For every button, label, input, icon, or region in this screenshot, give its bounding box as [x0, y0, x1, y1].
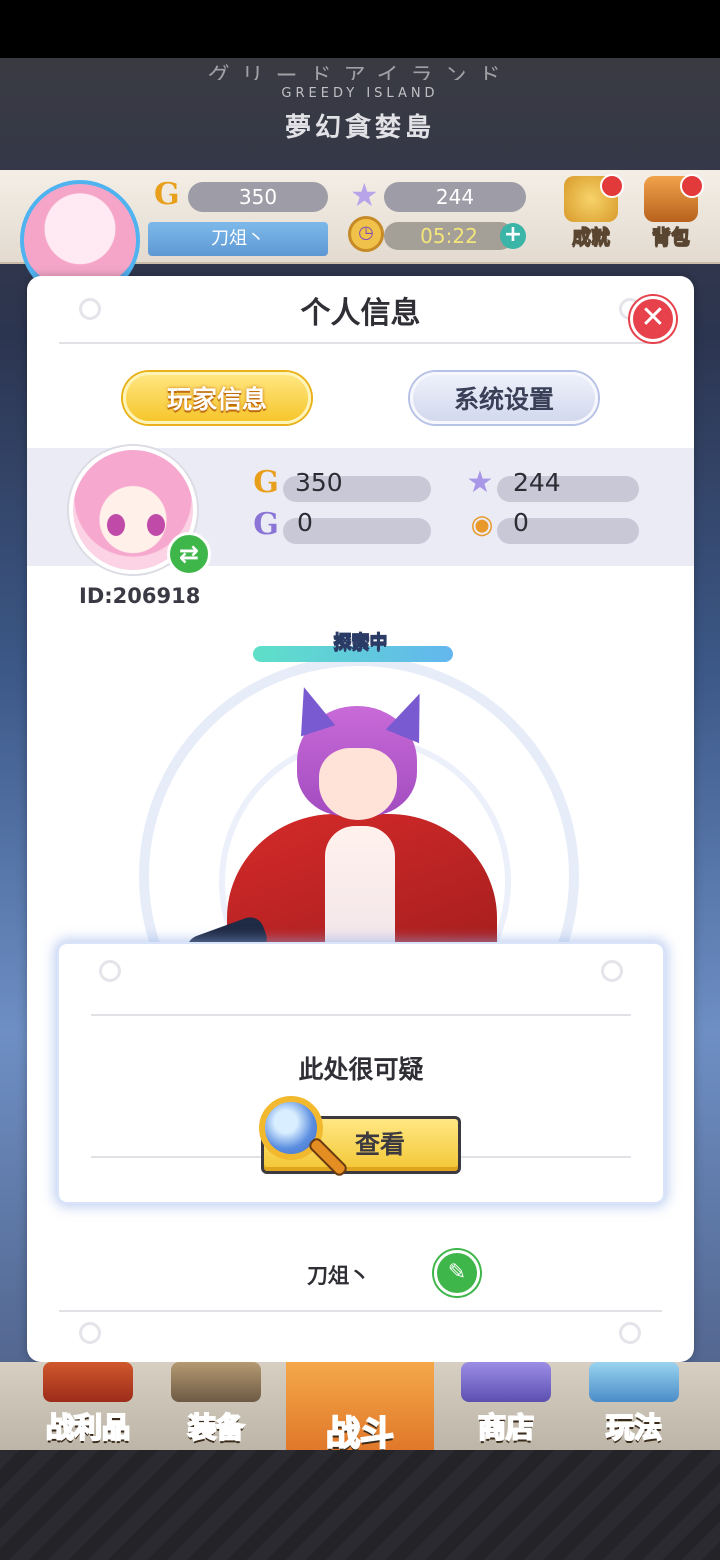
nav-label: 装备 [187, 1410, 245, 1445]
logo-top-text: グリードアイランド [207, 63, 513, 80]
system-nav-area [0, 1450, 720, 1560]
map-icon [589, 1362, 679, 1402]
status-bar [0, 0, 720, 58]
decor-circle [99, 960, 121, 982]
g-coin-icon: G [253, 507, 279, 542]
notification-badge [600, 174, 624, 198]
decor-line [91, 1014, 631, 1016]
dialog-title: 个人信息 [300, 296, 421, 331]
medal-value: 0 [513, 508, 529, 537]
nav-shop[interactable]: 商店 [436, 1362, 576, 1450]
character-face [319, 748, 397, 820]
tab-player-info[interactable]: 玩家信息 [123, 372, 311, 424]
star-icon: ★ [350, 176, 379, 214]
plus-icon[interactable]: + [500, 223, 526, 249]
nav-label: 商店 [477, 1410, 535, 1445]
explore-status-label: 探索中 [333, 632, 388, 654]
hud-timer: 05:22 [384, 222, 514, 250]
book-icon [43, 1362, 133, 1402]
nav-battle[interactable]: 战斗 [286, 1362, 434, 1455]
armor-icon [171, 1362, 261, 1402]
nav-equipment[interactable]: 装备 [146, 1362, 286, 1450]
decor-circle [619, 1322, 641, 1344]
popup-message: 此处很可疑 [298, 1055, 424, 1084]
notification-badge [680, 174, 704, 198]
decor-line [59, 1310, 662, 1312]
decor-circle [601, 960, 623, 982]
achievement-button[interactable]: 成就 [556, 172, 626, 252]
tab-system-settings[interactable]: 系统设置 [410, 372, 598, 424]
decor-line [59, 342, 662, 344]
gold-icon: G [154, 177, 180, 212]
g-coin-value: 0 [297, 508, 313, 537]
nav-label: 玩法 [605, 1410, 663, 1445]
logo-cn-text: 夢幻貪婪島 [284, 113, 435, 143]
hud-gold-value: 350 [188, 182, 328, 212]
star-value: 244 [513, 468, 561, 497]
close-button[interactable]: ✕ [630, 296, 676, 342]
nav-loot[interactable]: 战利品 [18, 1362, 158, 1450]
nav-gameplay[interactable]: 玩法 [564, 1362, 704, 1450]
avatar-eye [107, 514, 125, 536]
nav-label: 战利品 [45, 1410, 131, 1445]
personal-info-dialog: 个人信息 ✕ 玩家信息 系统设置 ⇄ ID:206918 G 350 ★ 244… [27, 276, 694, 1362]
switch-avatar-button[interactable]: ⇄ [167, 532, 211, 576]
gold-icon: G [253, 465, 279, 500]
game-logo: グリードアイランド GREEDY ISLAND 夢幻貪婪島 [180, 58, 540, 158]
bag-label: 背包 [651, 226, 690, 249]
achievement-label: 成就 [571, 226, 610, 249]
alarm-clock-icon: ◷ [348, 216, 384, 252]
nav-label: 战斗 [325, 1413, 395, 1455]
gold-value: 350 [295, 468, 343, 497]
avatar-eye [147, 514, 165, 536]
edit-name-button[interactable]: ✎ [434, 1250, 480, 1296]
player-nickname: 刀俎丶 [307, 1264, 370, 1288]
suspicious-popup: 此处很可疑 查看 [57, 942, 665, 1204]
star-icon: ★ [466, 465, 494, 500]
logo-en-text: GREEDY ISLAND [281, 86, 439, 101]
bag-button[interactable]: 背包 [636, 172, 706, 252]
decor-circle [79, 1322, 101, 1344]
player-id: ID:206918 [79, 584, 201, 608]
hud-star-value: 244 [384, 182, 526, 212]
hud-player-name: 刀俎丶 [148, 222, 328, 256]
shop-coin-icon [461, 1362, 551, 1402]
battle-icon [315, 1362, 405, 1402]
medal-icon: ◉ [470, 510, 494, 540]
